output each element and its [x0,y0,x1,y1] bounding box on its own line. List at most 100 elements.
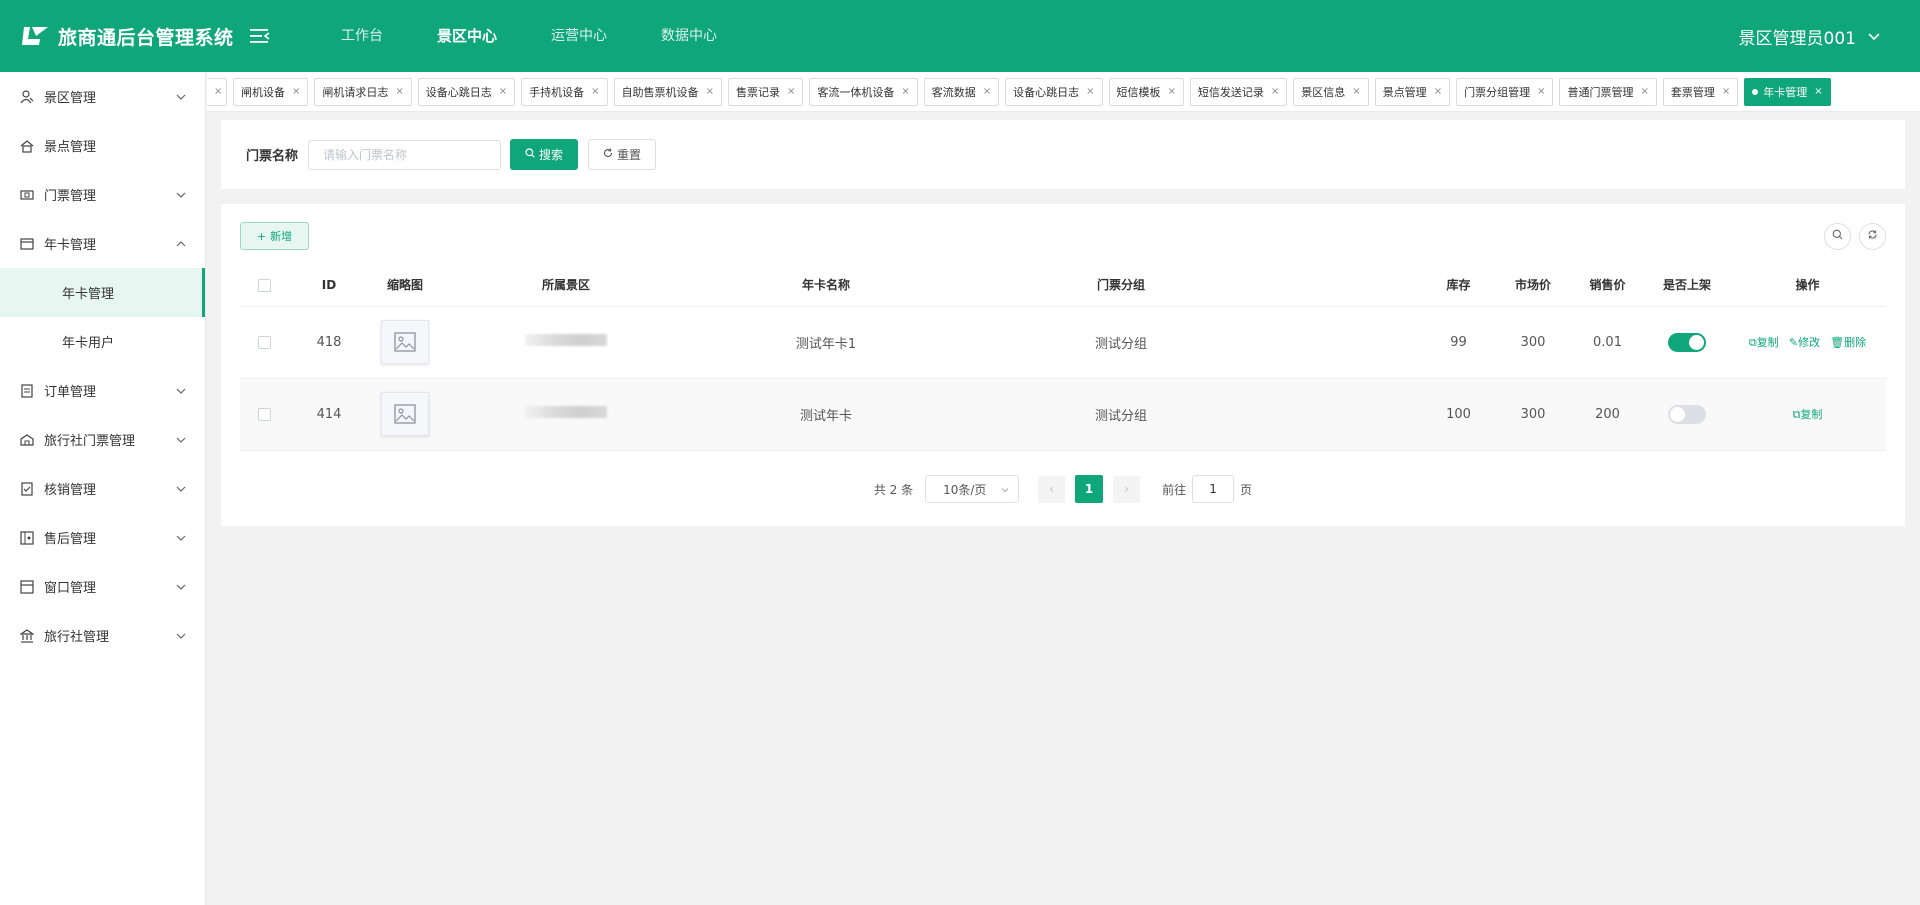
close-icon[interactable]: × [292,86,300,97]
add-button[interactable]: + 新增 [240,222,309,250]
close-icon[interactable]: × [706,86,714,97]
toggle-search-button[interactable] [1824,223,1851,250]
tab-sms-record[interactable]: 短信发送记录 × [1189,77,1288,106]
sidebar-item-aftersale[interactable]: 售后管理 [0,513,205,562]
tab-sms-template[interactable]: 短信模板 × [1108,77,1184,106]
tab-package-ticket[interactable]: 套票管理 × [1662,77,1739,106]
sidebar-item-annual-card[interactable]: 年卡管理 [0,219,205,268]
close-icon[interactable]: × [1086,86,1094,97]
nav-scenic-center[interactable]: 景区中心 [410,0,524,72]
tab-ticket-group[interactable]: 门票分组管理 × [1456,77,1554,106]
cell-card-name: 测试年卡1 [691,306,961,379]
tab-truncated[interactable]: × [207,77,227,106]
sidebar-subitem-annual-card-manage[interactable]: 年卡管理 [0,268,205,317]
tab-spot-manage[interactable]: 景点管理 × [1374,77,1451,106]
user-name: 景区管理员001 [1738,28,1856,49]
sidebar-item-orders[interactable]: 订单管理 [0,366,205,415]
close-icon[interactable]: × [1168,86,1176,97]
edit-label: 修改 [1798,336,1821,349]
edit-button[interactable]: ✎修改 [1789,336,1820,349]
nav-workbench[interactable]: 工作台 [314,0,410,72]
tab-gate-device[interactable]: 闸机设备 × [233,77,309,106]
row-checkbox[interactable] [258,407,271,421]
tab-gate-request-log[interactable]: 闸机请求日志 × [314,77,412,106]
tab-label: 设备心跳日志 [1013,85,1080,99]
user-menu[interactable]: 景区管理员001 [1739,24,1880,49]
close-icon[interactable]: × [1434,86,1442,97]
close-icon[interactable]: × [214,86,222,97]
sidebar-item-scenic[interactable]: 景区管理 [0,72,205,121]
tab-label: 门票分组管理 [1464,85,1531,99]
tab-label: 短信发送记录 [1197,85,1264,99]
close-icon[interactable]: × [1352,86,1360,97]
close-icon[interactable]: × [901,86,909,97]
sidebar-subitem-annual-card-users[interactable]: 年卡用户 [0,317,205,366]
copy-button[interactable]: ⧉复制 [1749,336,1779,349]
sidebar-item-agency-tickets[interactable]: 旅行社门票管理 [0,415,205,464]
sidebar-item-tickets[interactable]: 门票管理 [0,170,205,219]
nav-operation-center[interactable]: 运营中心 [524,0,634,72]
chevron-down-icon [175,91,187,103]
tab-device-heartbeat-log-2[interactable]: 设备心跳日志 × [1005,77,1103,106]
card-icon [20,237,34,251]
close-icon[interactable]: × [1640,86,1648,97]
menu-collapse-icon[interactable] [250,26,274,46]
on-sale-toggle[interactable] [1668,404,1706,424]
pagination: 共 2 条 10条/页 ‹ 1 › 前往 页 [221,475,1905,503]
column-header: 市场价 [1496,264,1570,307]
tab-passenger-flow-data[interactable]: 客流数据 × [923,77,1000,106]
close-icon[interactable]: × [1537,86,1545,97]
table-row: 414 测试年卡 测试分组 100 300 200 ⧉复制 [240,378,1886,451]
on-sale-toggle[interactable] [1668,332,1706,352]
search-button[interactable]: 搜索 [510,139,579,170]
tab-sales-record[interactable]: 售票记录 × [727,77,804,106]
copy-button[interactable]: ⧉复制 [1793,408,1823,421]
tab-device-heartbeat-log[interactable]: 设备心跳日志 × [417,77,516,106]
copy-label: 复制 [1756,336,1779,349]
page-size-select[interactable]: 10条/页 [925,475,1020,503]
reset-button[interactable]: 重置 [588,139,657,170]
goto-label: 前往 [1162,482,1187,497]
refresh-button[interactable] [1859,223,1886,250]
close-icon[interactable]: × [1722,86,1730,97]
next-page-button[interactable]: › [1113,475,1141,503]
close-icon[interactable]: × [1814,86,1822,97]
close-icon[interactable]: × [395,86,403,97]
sidebar-item-spots[interactable]: 景点管理 [0,121,205,170]
chevron-right-icon: › [1124,482,1130,496]
tab-label: 套票管理 [1670,85,1715,99]
column-header [1281,264,1421,307]
close-icon[interactable]: × [787,86,795,97]
ticket-name-label: 门票名称 [246,149,299,164]
tab-annual-card[interactable]: 年卡管理 × [1744,77,1831,106]
column-header: 门票分组 [961,264,1281,307]
ticket-name-input[interactable] [308,139,502,170]
close-icon[interactable]: × [591,86,599,97]
tab-passenger-flow-device[interactable]: 客流一体机设备 × [809,77,918,106]
goto-page-input[interactable] [1192,475,1235,503]
image-placeholder-icon[interactable] [381,392,429,436]
tab-label: 闸机请求日志 [322,85,389,99]
sidebar-item-verify[interactable]: 核销管理 [0,464,205,513]
delete-button[interactable]: 🗑删除 [1830,336,1866,349]
prev-page-button[interactable]: ‹ [1038,475,1066,503]
close-icon[interactable]: × [499,86,507,97]
sidebar-item-label: 售后管理 [44,532,97,547]
close-icon[interactable]: × [1271,86,1279,97]
cell-sale-price: 0.01 [1570,306,1645,379]
nav-data-center[interactable]: 数据中心 [634,0,744,72]
close-icon[interactable]: × [983,86,991,97]
cell-market-price: 300 [1496,378,1570,451]
page-number-current[interactable]: 1 [1075,475,1104,503]
tab-self-service-machine[interactable]: 自助售票机设备 × [613,77,722,106]
sidebar-item-agency[interactable]: 旅行社管理 [0,611,205,660]
row-checkbox[interactable] [258,335,271,349]
tab-handheld-device[interactable]: 手持机设备 × [521,77,608,106]
top-nav: 工作台 景区中心 运营中心 数据中心 [314,0,744,72]
tab-scenic-info[interactable]: 景区信息 × [1293,77,1369,106]
sidebar-item-window[interactable]: 窗口管理 [0,562,205,611]
tabs-bar: × 闸机设备 × 闸机请求日志 × 设备心跳日志 × 手持机设备 × 自助售票机设备 × … [207,72,1920,112]
tab-normal-ticket[interactable]: 普通门票管理 × [1559,77,1657,106]
image-placeholder-icon[interactable] [381,320,429,364]
select-all-checkbox[interactable] [258,278,271,292]
